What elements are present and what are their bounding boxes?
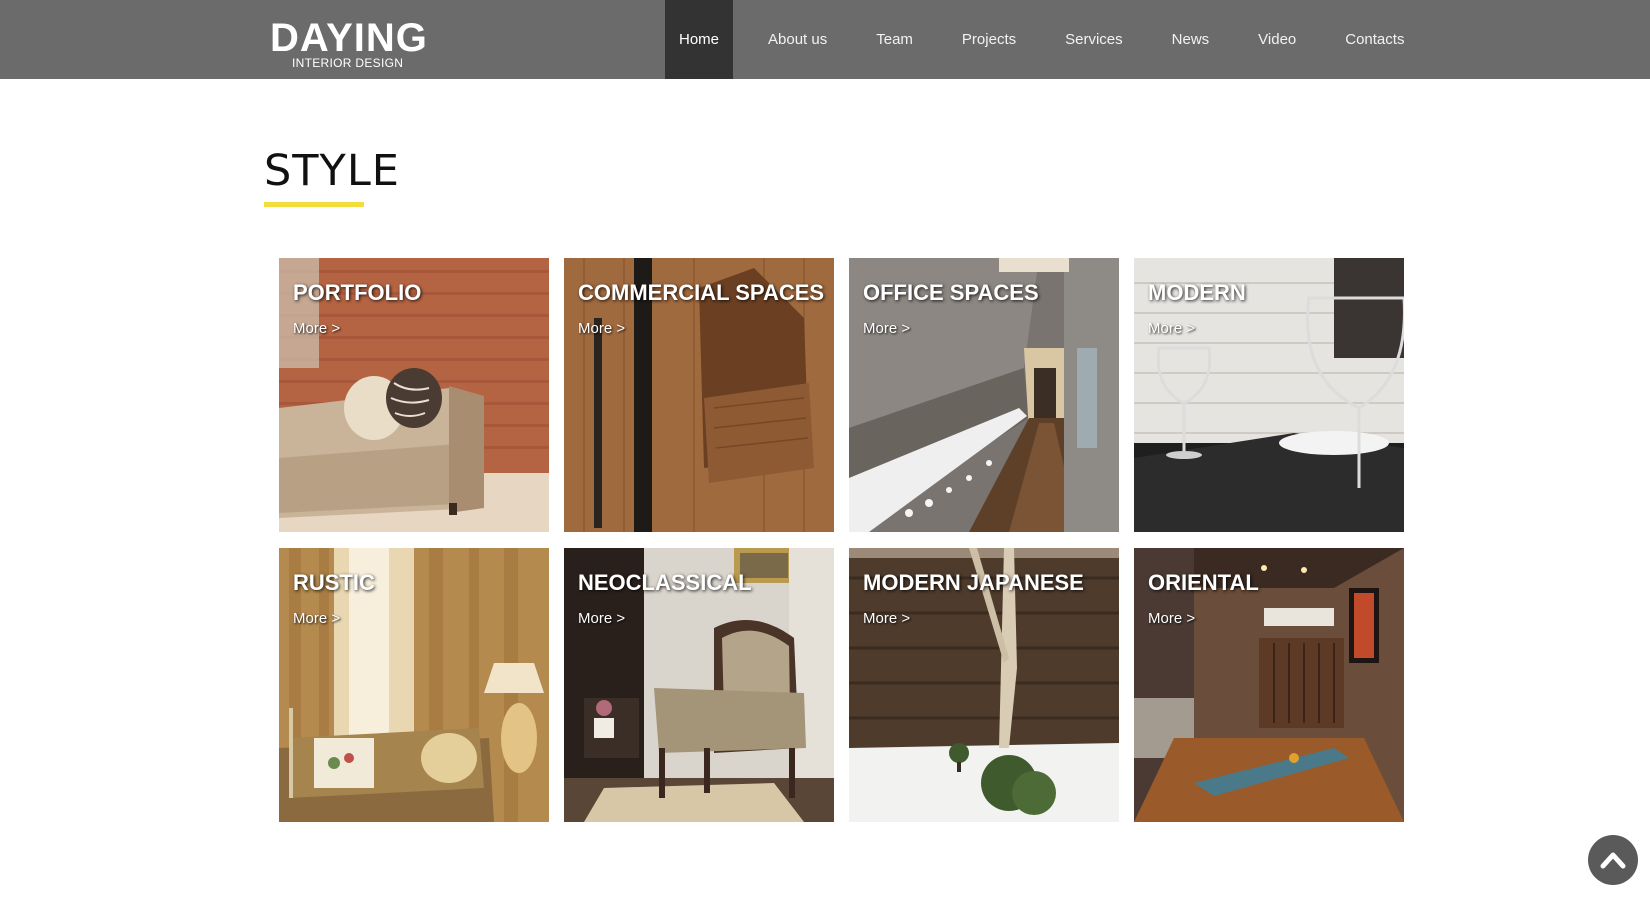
tile-title: NEOCLASSICAL	[578, 570, 752, 595]
logo[interactable]: DAYING INTERIOR DESIGN	[270, 14, 428, 70]
chevron-up-icon	[1600, 852, 1626, 869]
section-title: STYLE	[264, 146, 400, 196]
logo-tagline: INTERIOR DESIGN	[292, 56, 404, 70]
tile-more-link[interactable]: More >	[1148, 320, 1195, 337]
nav-item-home[interactable]: Home	[665, 0, 734, 79]
tile-more-link[interactable]: More >	[578, 320, 625, 337]
tile-more-link[interactable]: More >	[1148, 610, 1195, 627]
nav-item-video[interactable]: Video	[1244, 0, 1310, 79]
tile-title: RUSTIC	[293, 570, 375, 595]
tile-commercial-spaces[interactable]: COMMERCIAL SPACES More >	[564, 258, 834, 532]
tile-neoclassical[interactable]: NEOCLASSICAL More >	[564, 548, 834, 822]
tile-more-link[interactable]: More >	[293, 320, 340, 337]
tile-more-link[interactable]: More >	[293, 610, 340, 627]
tile-more-link[interactable]: More >	[863, 320, 910, 337]
title-underline	[264, 202, 364, 207]
style-grid: PORTFOLIO More > COMMERCIAL SPACES More …	[279, 258, 1405, 823]
nav-item-news[interactable]: News	[1158, 0, 1224, 79]
scroll-to-top-button[interactable]	[1588, 835, 1638, 885]
tile-title: MODERN JAPANESE	[863, 570, 1084, 595]
tile-title: COMMERCIAL SPACES	[578, 280, 825, 305]
main-nav: Home About us Team Projects Services New…	[665, 0, 1439, 79]
nav-item-projects[interactable]: Projects	[948, 0, 1030, 79]
tile-title: OFFICE SPACES	[863, 280, 1039, 305]
logo-wordmark: DAYING	[270, 16, 428, 60]
tile-portfolio[interactable]: PORTFOLIO More >	[279, 258, 549, 532]
tile-title: PORTFOLIO	[293, 280, 422, 305]
nav-item-about-us[interactable]: About us	[754, 0, 841, 79]
nav-item-services[interactable]: Services	[1051, 0, 1137, 79]
tile-office-spaces[interactable]: OFFICE SPACES More >	[849, 258, 1119, 532]
tile-title: MODERN	[1148, 280, 1246, 305]
tile-more-link[interactable]: More >	[863, 610, 910, 627]
header-bar: DAYING INTERIOR DESIGN Home About us Tea…	[0, 0, 1650, 79]
tile-more-link[interactable]: More >	[578, 610, 625, 627]
tile-modern-japanese[interactable]: MODERN JAPANESE More >	[849, 548, 1119, 822]
tile-title: ORIENTAL	[1148, 570, 1259, 595]
tile-oriental[interactable]: ORIENTAL More >	[1134, 548, 1404, 822]
tile-rustic[interactable]: RUSTIC More >	[279, 548, 549, 822]
nav-item-contacts[interactable]: Contacts	[1331, 0, 1418, 79]
nav-item-team[interactable]: Team	[862, 0, 927, 79]
tile-modern[interactable]: MODERN More >	[1134, 258, 1404, 532]
